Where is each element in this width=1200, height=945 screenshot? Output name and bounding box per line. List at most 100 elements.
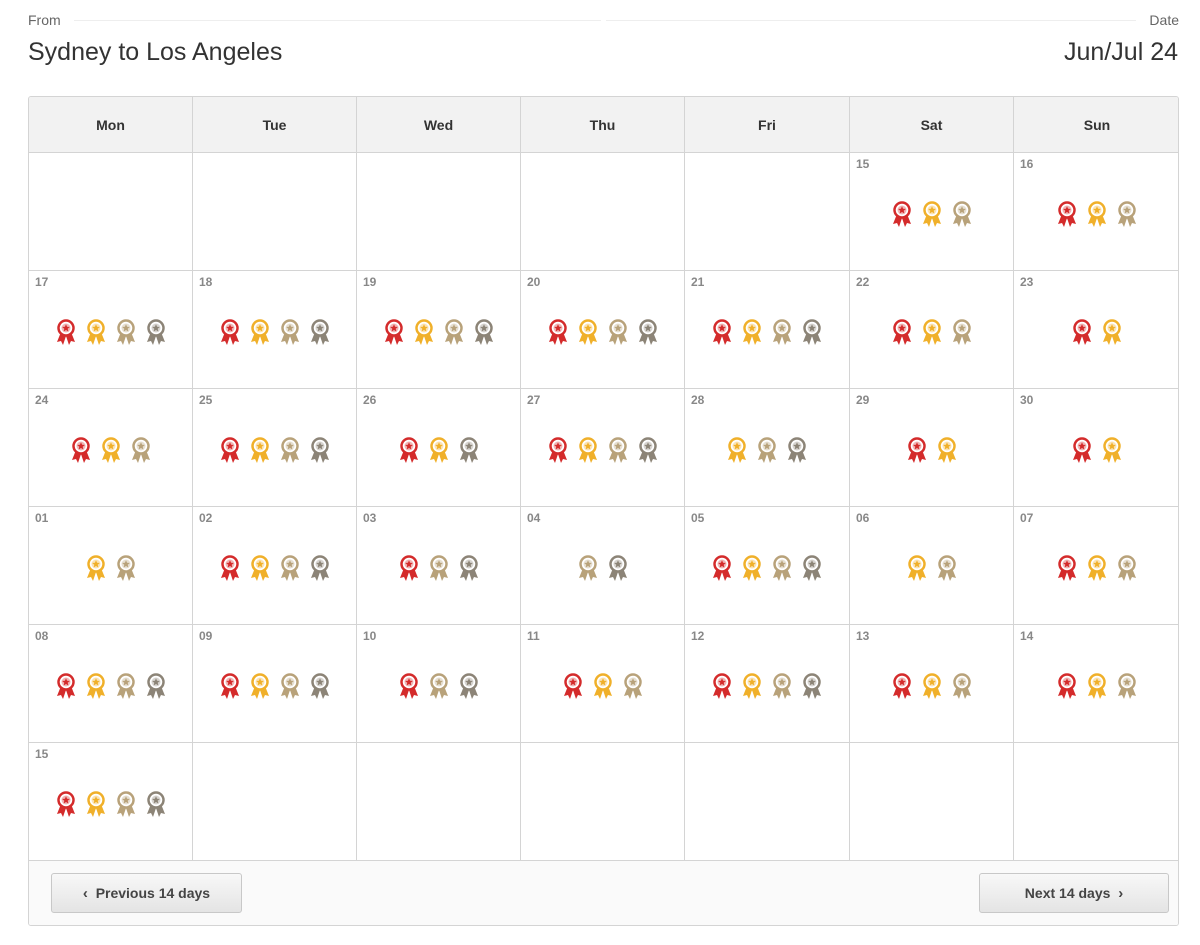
award-grey-icon[interactable] — [637, 319, 659, 347]
award-tan-icon[interactable] — [622, 673, 644, 701]
award-tan-icon[interactable] — [771, 555, 793, 583]
day-cell[interactable]: 15 — [29, 743, 193, 861]
award-grey-icon[interactable] — [801, 555, 823, 583]
award-gold-icon[interactable] — [249, 555, 271, 583]
award-red-icon[interactable] — [1056, 673, 1078, 701]
award-grey-icon[interactable] — [473, 319, 495, 347]
award-grey-icon[interactable] — [458, 437, 480, 465]
award-gold-icon[interactable] — [906, 555, 928, 583]
award-tan-icon[interactable] — [115, 673, 137, 701]
award-tan-icon[interactable] — [1116, 673, 1138, 701]
award-gold-icon[interactable] — [428, 437, 450, 465]
award-tan-icon[interactable] — [1116, 555, 1138, 583]
award-gold-icon[interactable] — [1101, 319, 1123, 347]
award-gold-icon[interactable] — [1086, 201, 1108, 229]
award-gold-icon[interactable] — [85, 673, 107, 701]
award-tan-icon[interactable] — [428, 673, 450, 701]
award-tan-icon[interactable] — [115, 791, 137, 819]
award-tan-icon[interactable] — [279, 319, 301, 347]
award-red-icon[interactable] — [547, 319, 569, 347]
award-gold-icon[interactable] — [100, 437, 122, 465]
award-gold-icon[interactable] — [921, 201, 943, 229]
day-cell[interactable]: 07 — [1014, 507, 1178, 625]
day-cell[interactable]: 24 — [29, 389, 193, 507]
award-tan-icon[interactable] — [115, 555, 137, 583]
award-grey-icon[interactable] — [786, 437, 808, 465]
award-tan-icon[interactable] — [951, 319, 973, 347]
award-tan-icon[interactable] — [443, 319, 465, 347]
award-grey-icon[interactable] — [607, 555, 629, 583]
award-tan-icon[interactable] — [577, 555, 599, 583]
award-tan-icon[interactable] — [951, 201, 973, 229]
day-cell[interactable]: 05 — [685, 507, 850, 625]
day-cell[interactable]: 22 — [850, 271, 1014, 389]
award-red-icon[interactable] — [70, 437, 92, 465]
award-red-icon[interactable] — [1056, 555, 1078, 583]
award-gold-icon[interactable] — [249, 673, 271, 701]
award-red-icon[interactable] — [219, 319, 241, 347]
award-red-icon[interactable] — [219, 555, 241, 583]
award-red-icon[interactable] — [547, 437, 569, 465]
award-red-icon[interactable] — [562, 673, 584, 701]
award-red-icon[interactable] — [891, 201, 913, 229]
award-tan-icon[interactable] — [771, 673, 793, 701]
award-gold-icon[interactable] — [577, 319, 599, 347]
day-cell[interactable]: 14 — [1014, 625, 1178, 743]
next-14-days-button[interactable]: Next 14 days › — [979, 873, 1169, 913]
award-gold-icon[interactable] — [1086, 673, 1108, 701]
award-red-icon[interactable] — [55, 791, 77, 819]
day-cell[interactable]: 02 — [193, 507, 357, 625]
day-cell[interactable]: 11 — [521, 625, 685, 743]
day-cell[interactable]: 06 — [850, 507, 1014, 625]
award-grey-icon[interactable] — [145, 791, 167, 819]
award-tan-icon[interactable] — [756, 437, 778, 465]
award-red-icon[interactable] — [906, 437, 928, 465]
day-cell[interactable]: 09 — [193, 625, 357, 743]
day-cell[interactable]: 01 — [29, 507, 193, 625]
award-red-icon[interactable] — [398, 555, 420, 583]
award-red-icon[interactable] — [711, 555, 733, 583]
award-gold-icon[interactable] — [85, 555, 107, 583]
day-cell[interactable]: 20 — [521, 271, 685, 389]
award-grey-icon[interactable] — [801, 319, 823, 347]
award-tan-icon[interactable] — [607, 319, 629, 347]
award-grey-icon[interactable] — [458, 673, 480, 701]
award-tan-icon[interactable] — [130, 437, 152, 465]
award-grey-icon[interactable] — [145, 673, 167, 701]
award-tan-icon[interactable] — [279, 555, 301, 583]
award-red-icon[interactable] — [55, 319, 77, 347]
day-cell[interactable]: 17 — [29, 271, 193, 389]
award-red-icon[interactable] — [891, 673, 913, 701]
day-cell[interactable]: 28 — [685, 389, 850, 507]
award-gold-icon[interactable] — [921, 673, 943, 701]
day-cell[interactable]: 26 — [357, 389, 521, 507]
award-red-icon[interactable] — [1071, 319, 1093, 347]
day-cell[interactable]: 16 — [1014, 153, 1178, 271]
day-cell[interactable]: 13 — [850, 625, 1014, 743]
award-tan-icon[interactable] — [936, 555, 958, 583]
award-tan-icon[interactable] — [607, 437, 629, 465]
award-tan-icon[interactable] — [1116, 201, 1138, 229]
award-tan-icon[interactable] — [428, 555, 450, 583]
award-red-icon[interactable] — [383, 319, 405, 347]
award-tan-icon[interactable] — [951, 673, 973, 701]
day-cell[interactable]: 10 — [357, 625, 521, 743]
day-cell[interactable]: 25 — [193, 389, 357, 507]
award-gold-icon[interactable] — [85, 319, 107, 347]
day-cell[interactable]: 08 — [29, 625, 193, 743]
award-grey-icon[interactable] — [637, 437, 659, 465]
award-gold-icon[interactable] — [249, 319, 271, 347]
day-cell[interactable]: 12 — [685, 625, 850, 743]
award-red-icon[interactable] — [398, 437, 420, 465]
day-cell[interactable]: 18 — [193, 271, 357, 389]
award-gold-icon[interactable] — [592, 673, 614, 701]
day-cell[interactable]: 30 — [1014, 389, 1178, 507]
award-tan-icon[interactable] — [771, 319, 793, 347]
award-grey-icon[interactable] — [309, 437, 331, 465]
award-red-icon[interactable] — [1071, 437, 1093, 465]
award-gold-icon[interactable] — [921, 319, 943, 347]
award-grey-icon[interactable] — [309, 319, 331, 347]
award-red-icon[interactable] — [219, 673, 241, 701]
day-cell[interactable]: 04 — [521, 507, 685, 625]
award-red-icon[interactable] — [55, 673, 77, 701]
